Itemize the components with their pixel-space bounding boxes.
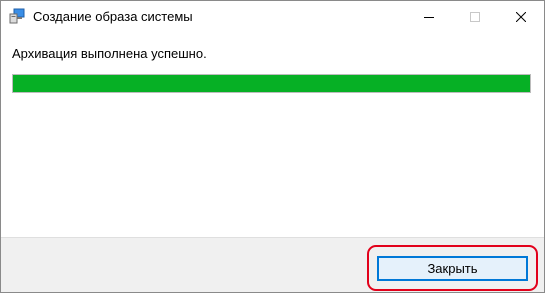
dialog-footer: Закрыть	[1, 237, 544, 292]
progress-bar	[12, 74, 531, 93]
dialog-window: Создание образа системы Архивация выполн…	[0, 0, 545, 293]
close-icon	[516, 11, 526, 22]
maximize-icon	[470, 11, 480, 22]
minimize-icon	[424, 16, 434, 18]
title-bar[interactable]: Создание образа системы	[1, 1, 544, 32]
status-message: Архивация выполнена успешно.	[12, 46, 207, 61]
progress-fill	[13, 75, 530, 92]
minimize-button[interactable]	[406, 1, 452, 32]
window-close-button[interactable]	[498, 1, 544, 32]
maximize-button[interactable]	[452, 1, 498, 32]
close-button[interactable]: Закрыть	[377, 256, 528, 281]
window-title: Создание образа системы	[33, 9, 193, 24]
backup-computer-icon	[9, 8, 25, 24]
dialog-content: Архивация выполнена успешно.	[1, 32, 544, 237]
